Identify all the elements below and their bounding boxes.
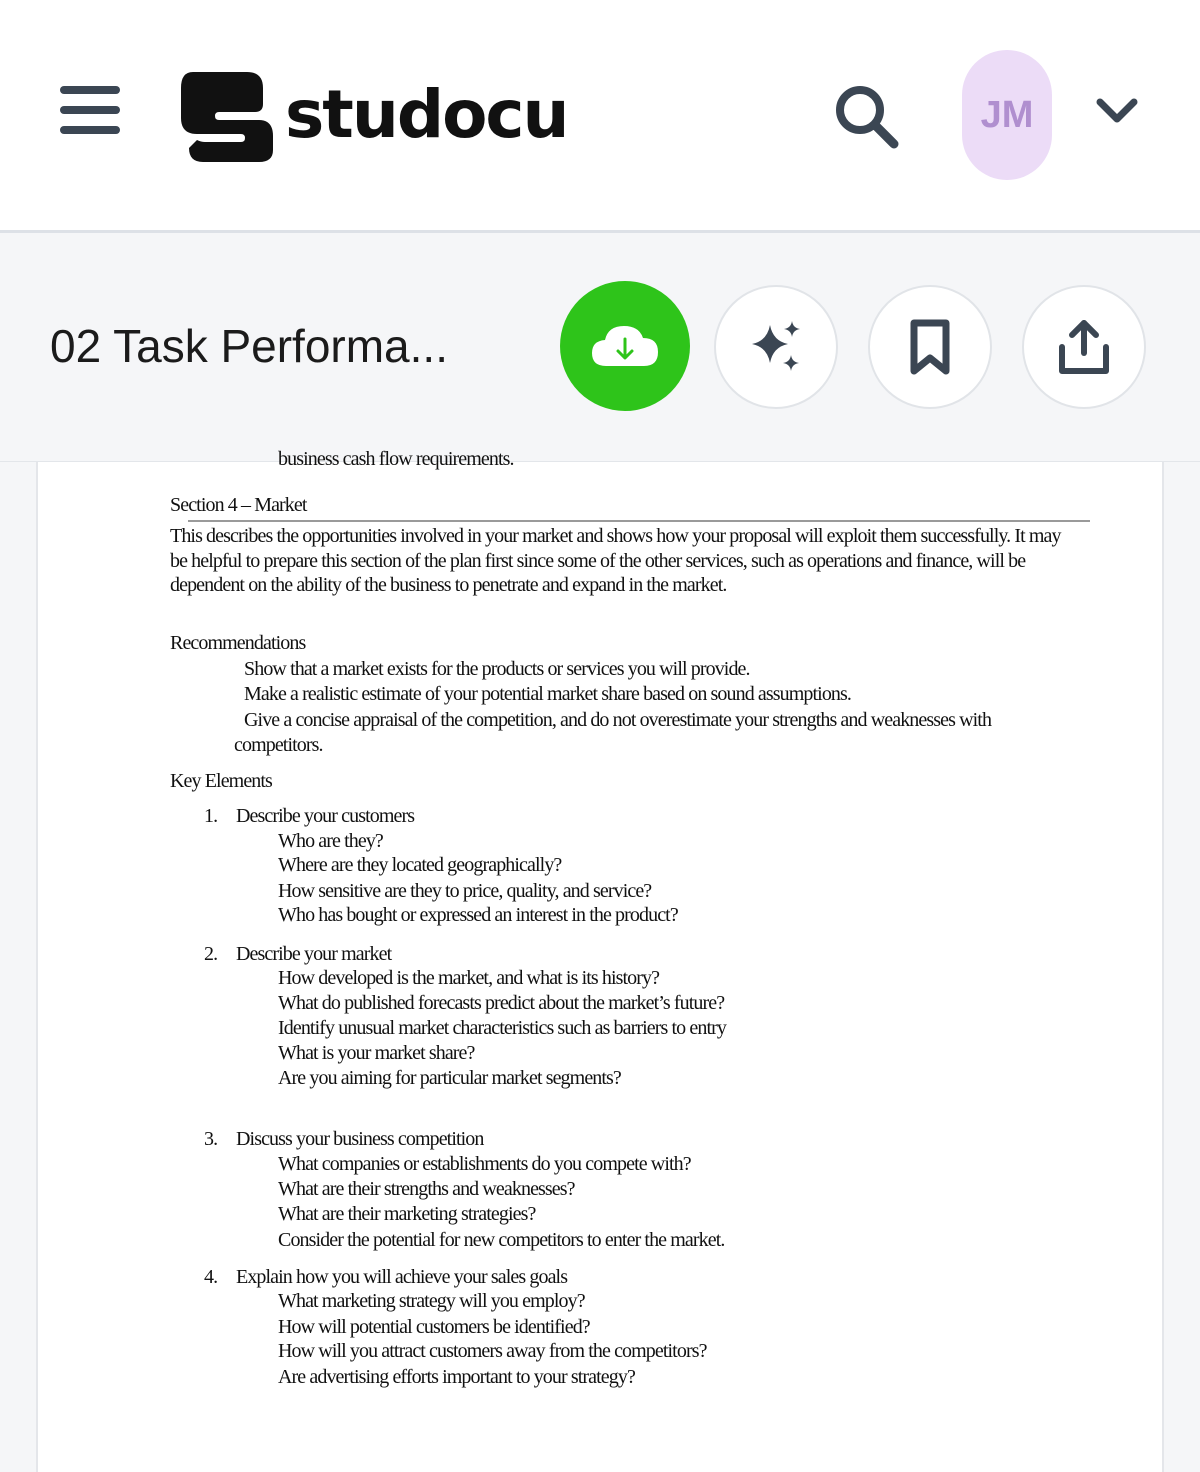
user-avatar[interactable]: JM bbox=[962, 50, 1052, 180]
section-divider bbox=[188, 520, 1090, 522]
recommendation-item: Make a realistic estimate of your potent… bbox=[244, 683, 852, 705]
studocu-logo-mark bbox=[181, 72, 273, 162]
key-element-title: Describe your customers bbox=[236, 805, 415, 827]
top-navigation-bar: studocu JM bbox=[0, 0, 1200, 233]
list-item: Who has bought or expressed an interest … bbox=[278, 904, 679, 926]
bookmark-icon bbox=[910, 319, 950, 375]
sparkles-icon bbox=[752, 321, 800, 371]
previous-section-tail: business cash flow requirements. bbox=[278, 448, 514, 470]
list-item: How sensitive are they to price, quality… bbox=[278, 880, 652, 902]
recommendation-item: Give a concise appraisal of the competit… bbox=[234, 709, 992, 756]
list-item: What marketing strategy will you employ? bbox=[278, 1290, 586, 1312]
document-toolbar: 02 Task Performa... bbox=[0, 233, 1200, 462]
list-item: How will potential customers be identifi… bbox=[278, 1316, 591, 1338]
search-icon[interactable] bbox=[832, 82, 902, 152]
cloud-download-icon bbox=[592, 326, 658, 366]
key-element-title: Explain how you will achieve your sales … bbox=[236, 1266, 568, 1288]
key-element-title: Describe your market bbox=[236, 943, 392, 965]
key-element-title: Discuss your business competition bbox=[236, 1128, 484, 1150]
section-heading: Section 4 – Market bbox=[170, 494, 307, 516]
bookmark-button[interactable] bbox=[868, 285, 992, 409]
list-item: How will you attract customers away from… bbox=[278, 1340, 707, 1362]
list-item: Are advertising efforts important to you… bbox=[278, 1366, 636, 1388]
share-button[interactable] bbox=[1022, 285, 1146, 409]
list-item: What are their marketing strategies? bbox=[278, 1203, 536, 1225]
download-button[interactable] bbox=[560, 281, 690, 411]
list-item: Where are they located geographically? bbox=[278, 854, 562, 876]
list-number: 1. bbox=[204, 805, 218, 827]
recommendations-heading: Recommendations bbox=[170, 632, 306, 654]
list-item: Are you aiming for particular market seg… bbox=[278, 1067, 622, 1089]
list-item: How developed is the market, and what is… bbox=[278, 967, 660, 989]
list-item: What companies or establishments do you … bbox=[278, 1153, 692, 1175]
list-item: What are their strengths and weaknesses? bbox=[278, 1178, 576, 1200]
list-number: 2. bbox=[204, 943, 218, 965]
studocu-logo[interactable]: studocu bbox=[175, 62, 570, 166]
list-item: Consider the potential for new competito… bbox=[278, 1229, 725, 1251]
list-item: Identify unusual market characteristics … bbox=[278, 1017, 727, 1039]
ai-assistant-button[interactable] bbox=[714, 285, 838, 409]
list-number: 3. bbox=[204, 1128, 218, 1150]
list-item: What do published forecasts predict abou… bbox=[278, 992, 725, 1014]
document-title: 02 Task Performa... bbox=[50, 320, 448, 372]
share-icon bbox=[1059, 320, 1109, 374]
logo-wordmark: studocu bbox=[285, 75, 570, 153]
key-elements-heading: Key Elements bbox=[170, 770, 273, 792]
recommendation-item: Show that a market exists for the produc… bbox=[244, 658, 751, 680]
chevron-down-icon[interactable] bbox=[1094, 92, 1140, 132]
list-number: 4. bbox=[204, 1266, 218, 1288]
section-intro-paragraph: This describes the opportunities involve… bbox=[170, 525, 1062, 596]
list-item: What is your market share? bbox=[278, 1042, 475, 1064]
document-page: business cash flow requirements. Section… bbox=[36, 448, 1164, 1472]
hamburger-menu-icon[interactable] bbox=[60, 86, 120, 140]
list-item: Who are they? bbox=[278, 830, 384, 852]
